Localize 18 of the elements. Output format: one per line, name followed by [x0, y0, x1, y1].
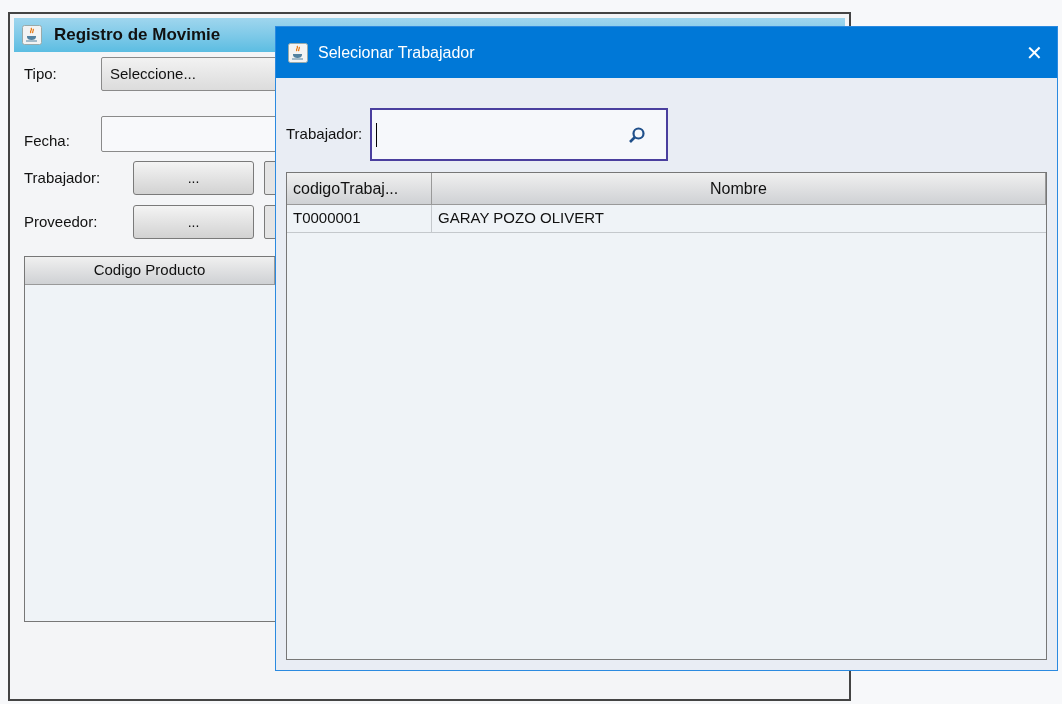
column-header[interactable]: Nombre [432, 173, 1046, 205]
column-header[interactable]: codigoTrabaj... [287, 173, 432, 205]
search-label: Trabajador: [286, 124, 363, 145]
search-field[interactable] [370, 108, 669, 161]
field-label: Tipo: [24, 63, 58, 84]
browse-button[interactable]: ... [133, 161, 254, 195]
field-label: Trabajador: [24, 167, 100, 188]
table-cell-text: GARAY POZO OLIVERT [437, 208, 605, 229]
field-label: Proveedor: [24, 211, 99, 232]
app-icon [22, 25, 42, 45]
search-icon [628, 125, 647, 144]
table-cell: T0000001 [287, 205, 432, 232]
column-header[interactable]: Codigo Producto [25, 257, 275, 285]
window-title: Registro de Movimie [54, 24, 221, 47]
app-icon [288, 42, 308, 63]
browse-button[interactable]: ... [133, 205, 254, 239]
field-label: Fecha: [24, 130, 71, 151]
close-button[interactable]: ✕ [1011, 32, 1057, 73]
